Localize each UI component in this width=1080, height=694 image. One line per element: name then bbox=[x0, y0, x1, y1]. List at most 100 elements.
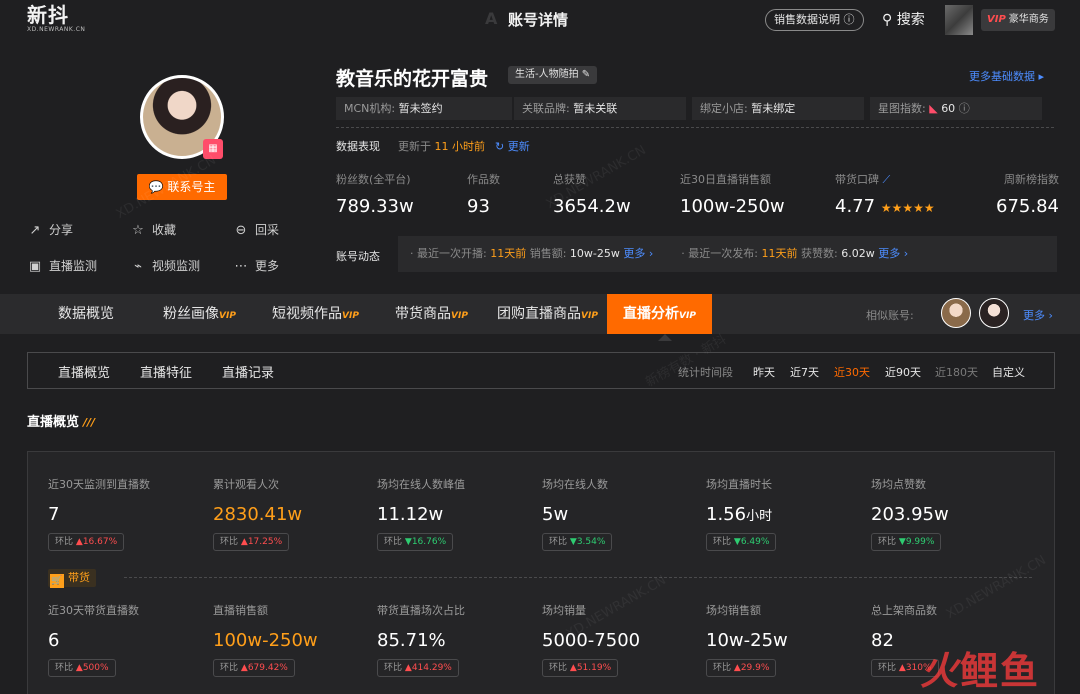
metric-value: 2830.41w bbox=[213, 504, 302, 525]
live-sales-label: 销售额: bbox=[529, 247, 567, 260]
metric-card: 场均在线人数峰值 11.12w 环比 ▼16.76% bbox=[377, 476, 465, 551]
tab-label: 直播分析 bbox=[623, 306, 679, 322]
tab-label: 短视频作品 bbox=[272, 306, 342, 322]
logo[interactable]: 新抖 XD.NEWRANK.CN bbox=[27, 4, 85, 34]
refresh-label: 更新 bbox=[507, 140, 530, 153]
sales-explain-button[interactable]: 销售数据说明 ⓘ bbox=[765, 9, 864, 31]
stat-value: 789.33w bbox=[336, 196, 414, 217]
metric-value-text: 11.12w bbox=[377, 504, 444, 525]
metric-value-text: 100w-250w bbox=[213, 630, 318, 651]
metric-value-text: 7 bbox=[48, 504, 60, 525]
change-prefix: 环比 bbox=[549, 537, 568, 547]
shop-value: 暂未绑定 bbox=[751, 102, 796, 115]
metric-label: 总上架商品数 bbox=[871, 604, 937, 617]
range-7d[interactable]: 近7天 bbox=[790, 364, 819, 380]
tab-fans[interactable]: 粉丝画像VIP bbox=[163, 294, 236, 334]
update-time-value: 11 小时前 bbox=[434, 140, 486, 153]
change-direction-icon: ▲ bbox=[404, 663, 412, 673]
range-30d[interactable]: 近30天 bbox=[834, 364, 870, 380]
section-title: 直播概览/// bbox=[27, 411, 95, 430]
search-button[interactable]: ⚲ 搜索 bbox=[882, 9, 925, 29]
change-prefix: 环比 bbox=[384, 537, 403, 547]
tab-label: 粉丝画像 bbox=[163, 306, 219, 322]
vip-mark: VIP bbox=[679, 311, 696, 321]
live-more-link[interactable]: 更多 › bbox=[623, 247, 653, 260]
section-title-text: 直播概览 bbox=[27, 415, 80, 430]
change-value: 679.42% bbox=[247, 663, 288, 673]
more-basic-data-link[interactable]: 更多基础数据 ▸ bbox=[969, 68, 1044, 84]
stat-value: 4.77 ★★★★★ bbox=[835, 196, 935, 217]
mcn-label: MCN机构: bbox=[344, 102, 396, 115]
metric-label: 带货直播场次占比 bbox=[377, 604, 465, 617]
info-icon[interactable]: ⓘ bbox=[959, 102, 970, 115]
change-badge: 环比 ▲679.42% bbox=[213, 659, 295, 677]
share-button[interactable]: ↗ 分享 bbox=[27, 221, 73, 238]
recollect-icon: ⊖ bbox=[235, 223, 247, 238]
post-prefix: · 最近一次发布: bbox=[681, 247, 758, 260]
subtab-live-overview[interactable]: 直播概览 bbox=[58, 362, 110, 381]
subtab-live-features[interactable]: 直播特征 bbox=[140, 362, 192, 381]
range-90d[interactable]: 近90天 bbox=[885, 364, 921, 380]
category-tag[interactable]: 生活-人物随拍 ✎ bbox=[508, 66, 598, 84]
live-monitor-button[interactable]: ▣ 直播监测 bbox=[27, 257, 97, 274]
subtab-live-records[interactable]: 直播记录 bbox=[222, 362, 274, 381]
change-value: 17.25% bbox=[247, 537, 283, 547]
change-direction-icon: ▲ bbox=[75, 537, 83, 547]
similar-account-avatar[interactable] bbox=[979, 298, 1009, 328]
metric-value: 85.71% bbox=[377, 630, 465, 651]
profile-area: ▦ 💬 联系号主 ↗ 分享 ☆ 收藏 ⊖ 回采 ▣ 直播监测 ⌁ 视频监测 ⋯ 更多 教音乐… bbox=[0, 40, 1080, 294]
rating-stars: ★★★★★ bbox=[880, 201, 935, 215]
favorite-button[interactable]: ☆ 收藏 bbox=[130, 221, 176, 238]
range-custom[interactable]: 自定义 bbox=[992, 364, 1025, 380]
change-prefix: 环比 bbox=[549, 663, 568, 673]
live-time: 11天前 bbox=[490, 247, 527, 260]
vip-tag: VIP bbox=[987, 14, 1006, 25]
range-180d[interactable]: 近180天 bbox=[935, 364, 978, 380]
metric-card: 场均直播时长 1.56小时 环比 ▼6.49% bbox=[706, 476, 777, 551]
vip-badge[interactable]: VIP 豪华商务 bbox=[981, 9, 1055, 31]
sub-tab-bar: 直播概览 直播特征 直播记录 统计时间段 昨天 近7天 近30天 近90天 近1… bbox=[27, 352, 1055, 389]
metric-value: 203.95w bbox=[871, 504, 949, 525]
tab-label: 团购直播商品 bbox=[497, 306, 581, 322]
metric-value-text: 2830.41w bbox=[213, 504, 303, 525]
share-label: 分享 bbox=[49, 223, 74, 237]
user-avatar[interactable] bbox=[945, 5, 973, 35]
fire-icon: 火 bbox=[920, 649, 961, 693]
tab-overview[interactable]: 数据概览 bbox=[58, 294, 114, 334]
tab-videos[interactable]: 短视频作品VIP bbox=[272, 294, 359, 334]
range-yesterday[interactable]: 昨天 bbox=[753, 364, 775, 380]
tab-group-live[interactable]: 团购直播商品VIP bbox=[497, 294, 598, 334]
logo-text: 新抖 bbox=[27, 3, 69, 27]
recollect-button[interactable]: ⊖ 回采 bbox=[233, 221, 279, 238]
more-similar-link[interactable]: 更多 › bbox=[1023, 307, 1053, 323]
metric-label: 近30天带货直播数 bbox=[48, 604, 139, 617]
metric-value-text: 82 bbox=[871, 630, 894, 651]
tab-live-analysis[interactable]: 直播分析VIP bbox=[607, 294, 712, 334]
stat-live-sales: 近30日直播销售额 100w-250w bbox=[680, 171, 785, 217]
brand-corner-text: 鲤鱼 bbox=[960, 649, 1041, 693]
xingtu-icon: ◣ bbox=[929, 102, 938, 115]
more-button[interactable]: ⋯ 更多 bbox=[233, 257, 280, 274]
change-badge: 环比 ▼16.76% bbox=[377, 533, 454, 551]
change-prefix: 环比 bbox=[878, 663, 897, 673]
change-direction-icon: ▼ bbox=[569, 537, 577, 547]
shop-label: 绑定小店: bbox=[700, 102, 748, 115]
stat-label: 带货口碑 ⟋ bbox=[835, 171, 935, 187]
change-value: 6.49% bbox=[740, 537, 770, 547]
video-monitor-button[interactable]: ⌁ 视频监测 bbox=[130, 257, 200, 274]
tab-label: 数据概览 bbox=[58, 306, 114, 322]
trend-icon[interactable]: ⟋ bbox=[883, 173, 891, 186]
post-more-link[interactable]: 更多 › bbox=[878, 247, 908, 260]
stat-label-text: 带货口碑 bbox=[835, 173, 879, 186]
stat-value: 100w-250w bbox=[680, 196, 785, 217]
similar-account-avatar[interactable] bbox=[941, 298, 971, 328]
vip-label: 豪华商务 bbox=[1008, 14, 1049, 25]
change-value: 9.99% bbox=[905, 537, 935, 547]
brand-watermark-logo: 火鲤鱼 bbox=[920, 640, 1040, 694]
metric-value-text: 5w bbox=[542, 504, 569, 525]
brand-value: 暂未关联 bbox=[573, 102, 618, 115]
refresh-button[interactable]: ↻ 更新 bbox=[495, 138, 530, 154]
brand-info: 关联品牌: 暂未关联 bbox=[514, 97, 686, 120]
vip-mark: VIP bbox=[219, 311, 236, 321]
tab-goods[interactable]: 带货商品VIP bbox=[395, 294, 468, 334]
